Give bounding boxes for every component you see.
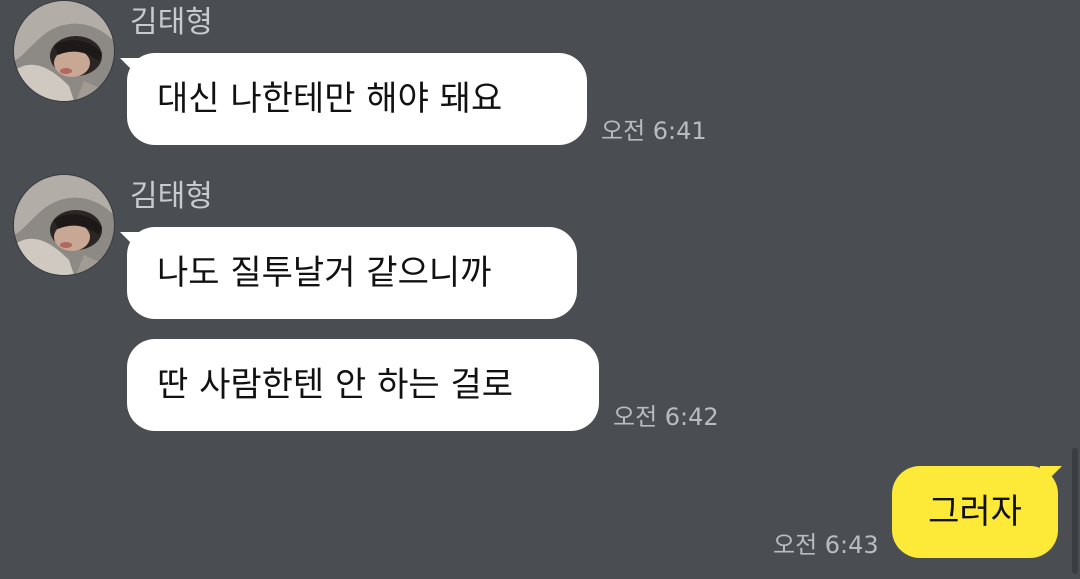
incoming-message-bubble[interactable]: 딴 사람한텐 안 하는 걸로 <box>127 339 599 431</box>
incoming-message-bubble[interactable]: 나도 질투날거 같으니까 <box>127 227 577 319</box>
sender-avatar[interactable] <box>14 1 114 101</box>
message-text: 대신 나한테만 해야 돼요 <box>157 79 503 119</box>
message-timestamp: 오전 6:41 <box>601 117 707 145</box>
message-text: 나도 질투날거 같으니까 <box>157 253 492 293</box>
sender-name: 김태형 <box>130 179 213 214</box>
message-text: 딴 사람한텐 안 하는 걸로 <box>157 365 514 405</box>
profile-photo-icon <box>14 1 114 101</box>
message-text: 그러자 <box>928 492 1022 532</box>
message-timestamp: 오전 6:43 <box>773 531 879 559</box>
sender-name: 김태형 <box>130 5 213 40</box>
sender-avatar[interactable] <box>14 175 114 275</box>
incoming-message-bubble[interactable]: 대신 나한테만 해야 돼요 <box>127 53 587 145</box>
message-timestamp: 오전 6:42 <box>613 403 719 431</box>
profile-photo-icon <box>14 175 114 275</box>
scrollbar[interactable] <box>1072 448 1078 574</box>
bubble-tail <box>1040 466 1062 488</box>
outgoing-message-bubble[interactable]: 그러자 <box>892 466 1058 558</box>
